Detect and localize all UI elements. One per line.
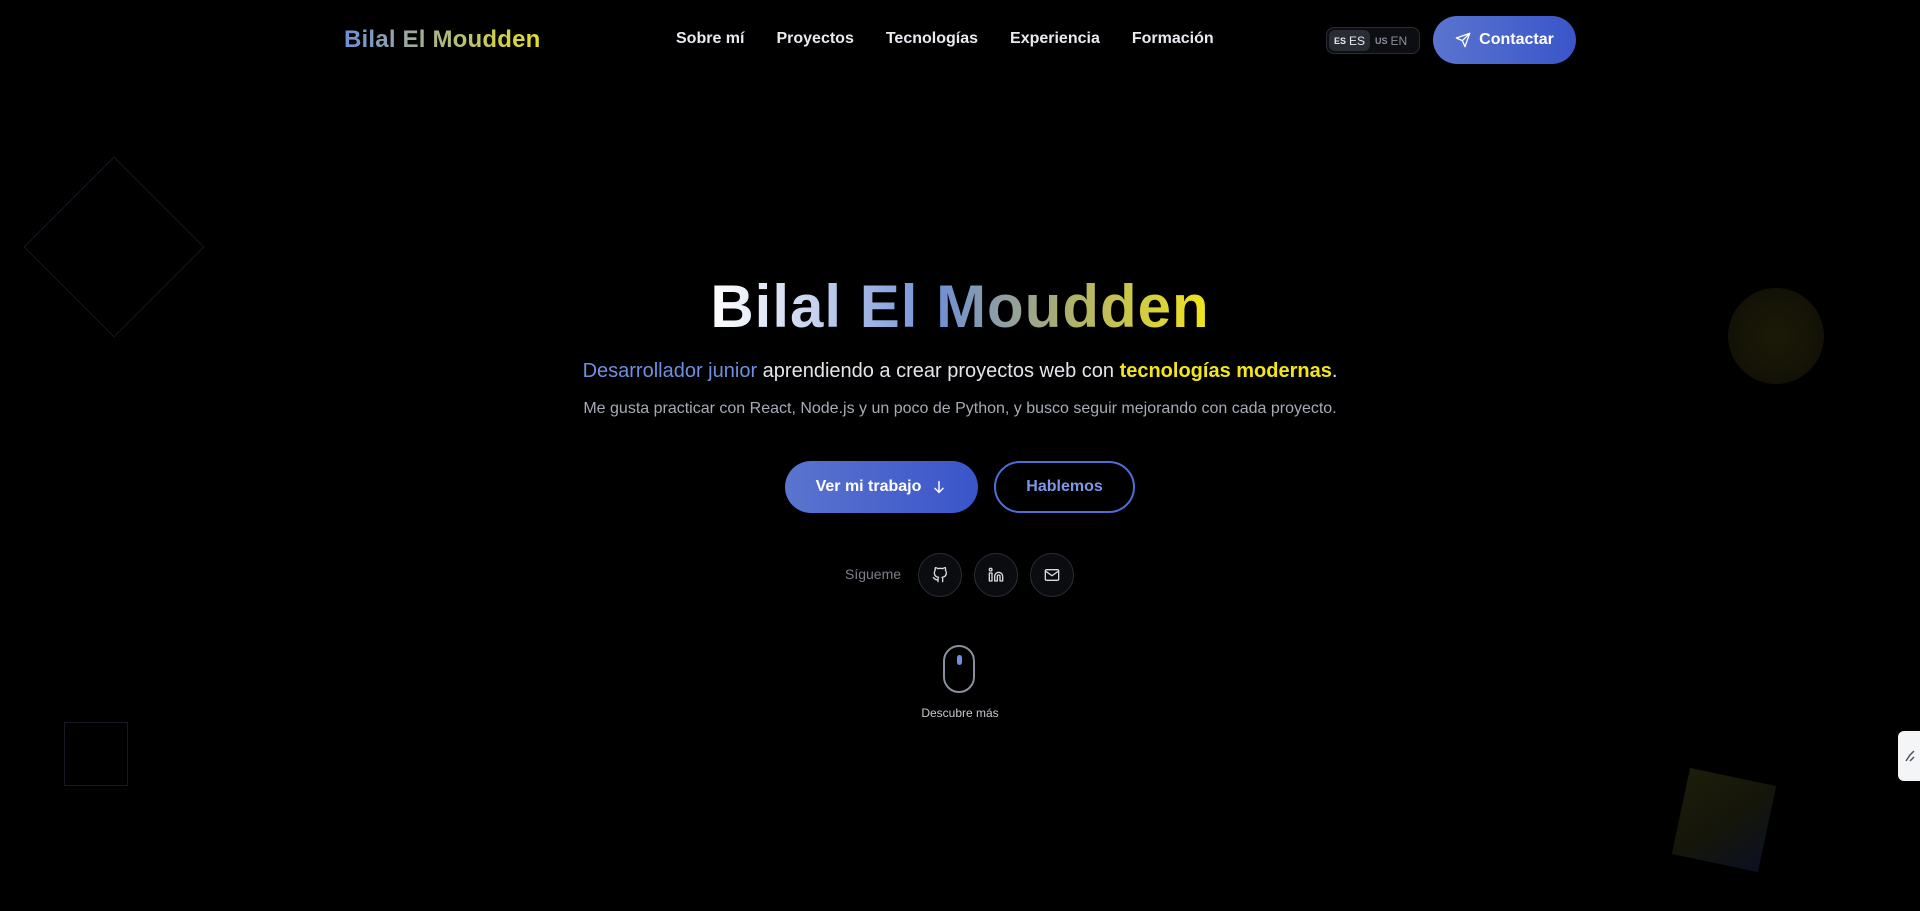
- nav-item-experiencia[interactable]: Experiencia: [1010, 30, 1100, 48]
- lets-talk-button-label: Hablemos: [1026, 478, 1103, 495]
- us-flag-icon: US: [1375, 35, 1388, 46]
- hero-title: Bilal El Moudden: [0, 272, 1920, 341]
- send-icon: [1455, 32, 1471, 48]
- nav-item-proyectos[interactable]: Proyectos: [776, 30, 853, 48]
- decorative-tilted-square-shape: [1671, 767, 1777, 873]
- language-switcher: ES ES US EN: [1326, 27, 1420, 54]
- main-nav: Sobre mí Proyectos Tecnologías Experienc…: [676, 30, 1246, 48]
- view-work-button-label: Ver mi trabajo: [815, 478, 922, 495]
- nav-item-tecnologias[interactable]: Tecnologías: [886, 30, 978, 48]
- tagline-role: Desarrollador junior: [582, 360, 758, 382]
- lang-code-en: EN: [1390, 33, 1408, 48]
- site-logo[interactable]: Bilal El Moudden: [344, 26, 541, 54]
- follow-label: Sígueme: [845, 566, 902, 582]
- github-icon: [932, 567, 947, 583]
- side-widget-tab[interactable]: [1898, 731, 1920, 781]
- linkedin-link[interactable]: [974, 553, 1018, 597]
- email-link[interactable]: [1030, 553, 1074, 597]
- scroll-mouse-icon[interactable]: [943, 645, 975, 693]
- hero-subtitle: Me gusta practicar con React, Node.js y …: [583, 400, 1337, 417]
- arrow-down-icon: [934, 480, 945, 494]
- tagline-end: .: [1331, 360, 1338, 382]
- tagline-middle: aprendiendo a crear proyectos web con: [757, 360, 1120, 382]
- discover-more-label[interactable]: Descubre más: [0, 706, 1920, 720]
- mail-icon: [1044, 569, 1060, 581]
- nav-item-sobre-mi[interactable]: Sobre mí: [676, 30, 744, 48]
- linkedin-icon: [988, 567, 1004, 582]
- decorative-square-shape: [64, 722, 128, 786]
- lets-talk-button[interactable]: Hablemos: [994, 461, 1135, 513]
- view-work-button[interactable]: Ver mi trabajo: [785, 461, 978, 513]
- lang-option-es[interactable]: ES ES: [1329, 30, 1371, 51]
- contact-button-label: Contactar: [1479, 31, 1554, 48]
- hero-title-text: Bilal El Moudden: [710, 273, 1210, 340]
- es-flag-icon: ES: [1334, 35, 1347, 46]
- github-link[interactable]: [918, 553, 962, 597]
- contact-button[interactable]: Contactar: [1433, 16, 1576, 64]
- site-header: Bilal El Moudden Sobre mí Proyectos Tecn…: [0, 0, 1920, 80]
- hero-tagline: Desarrollador junior aprendiendo a crear…: [0, 360, 1920, 383]
- lang-code-es: ES: [1349, 33, 1366, 48]
- mouse-wheel-indicator: [957, 655, 962, 665]
- widget-icon: [1905, 750, 1915, 762]
- lang-option-en[interactable]: US EN: [1370, 30, 1412, 51]
- tagline-highlight: tecnologías modernas: [1119, 360, 1332, 382]
- nav-item-formacion[interactable]: Formación: [1132, 30, 1214, 48]
